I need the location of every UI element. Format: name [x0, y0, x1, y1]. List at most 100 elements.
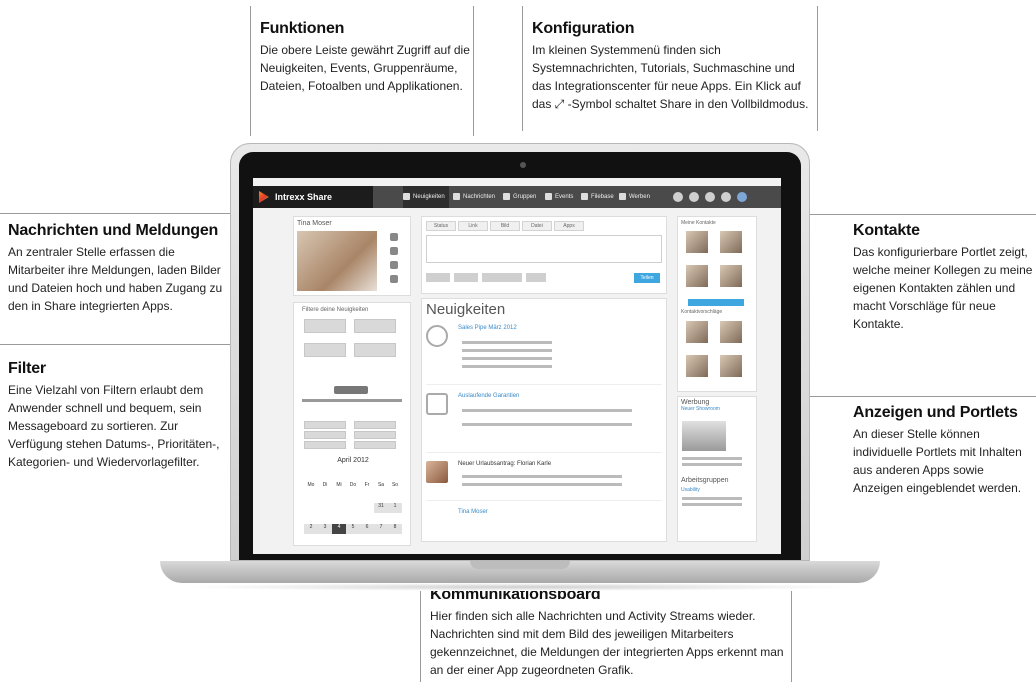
- calendar-day[interactable]: [304, 495, 318, 505]
- ads-subtitle[interactable]: Neuer Showroom: [678, 406, 756, 412]
- priority-slider[interactable]: [302, 399, 402, 402]
- power-icon[interactable]: [737, 192, 747, 202]
- nav-label: Werben: [629, 194, 650, 200]
- nav-werben[interactable]: Werben: [619, 186, 655, 208]
- home-icon: [403, 193, 410, 200]
- option-button[interactable]: [482, 273, 522, 282]
- feed-item[interactable]: Auslaufende Garantien: [426, 389, 662, 453]
- files-icon: [581, 193, 588, 200]
- calendar-day[interactable]: [318, 495, 332, 505]
- ads-title: Werbung: [681, 399, 710, 406]
- tab-apps[interactable]: Apps: [554, 221, 584, 231]
- contact-avatar[interactable]: [686, 265, 708, 287]
- calendar-day[interactable]: 2: [304, 524, 318, 534]
- gear-icon[interactable]: [721, 192, 731, 202]
- callout-board: Kommunikationsboard Hier finden sich all…: [430, 586, 790, 679]
- feed-item-title[interactable]: Sales Pipe März 2012: [458, 325, 517, 331]
- suggested-contact-avatar[interactable]: [686, 321, 708, 343]
- status-input[interactable]: [426, 235, 662, 263]
- feed-item-title[interactable]: Tina Moser: [458, 509, 488, 515]
- callout-title: Konfiguration: [532, 20, 635, 37]
- calendar-day[interactable]: [332, 495, 346, 505]
- category-filter[interactable]: [304, 441, 346, 449]
- nav-events[interactable]: Events: [545, 186, 579, 208]
- feed-item-text: [462, 365, 552, 368]
- feed-item-text: [462, 409, 632, 412]
- feed-item-text: [462, 423, 632, 426]
- filter-button[interactable]: [354, 319, 396, 333]
- feed-item-title[interactable]: Auslaufende Garantien: [458, 393, 519, 399]
- contacts-title: Meine Kontakte: [681, 220, 716, 226]
- weekday-label: Sa: [377, 482, 385, 488]
- feed-item[interactable]: Tina Moser: [426, 505, 662, 535]
- weekday-label: Mi: [336, 482, 342, 488]
- tab-status[interactable]: Status: [426, 221, 456, 231]
- calendar-day[interactable]: 5: [346, 524, 360, 534]
- tab-bild[interactable]: Bild: [490, 221, 520, 231]
- contact-avatar[interactable]: [686, 231, 708, 253]
- clipboard-check-icon: [426, 393, 448, 415]
- priority-slider-handle[interactable]: [334, 386, 368, 394]
- suggested-contact-avatar[interactable]: [720, 355, 742, 377]
- show-all-contacts-button[interactable]: [688, 299, 744, 306]
- user-add-icon[interactable]: [390, 261, 398, 269]
- tab-link[interactable]: Link: [458, 221, 488, 231]
- option-button[interactable]: [526, 273, 546, 282]
- option-button[interactable]: [454, 273, 478, 282]
- nav-label: Filebase: [591, 194, 614, 200]
- showroom-image[interactable]: [682, 421, 726, 451]
- suggested-contact-avatar[interactable]: [686, 355, 708, 377]
- calendar-day[interactable]: [360, 495, 374, 505]
- callout-text: Hier finden sich alle Nachrichten und Ac…: [430, 609, 784, 677]
- calendar-title: April 2012: [337, 457, 369, 464]
- tab-datei[interactable]: Datei: [522, 221, 552, 231]
- calendar-day[interactable]: 8: [388, 524, 402, 534]
- nav-filebase[interactable]: Filebase: [581, 186, 617, 208]
- nav-gruppen[interactable]: Gruppen: [503, 186, 543, 208]
- search-icon[interactable]: [705, 192, 715, 202]
- filter-button[interactable]: [354, 343, 396, 357]
- info-icon[interactable]: [673, 192, 683, 202]
- groups-subtitle[interactable]: Usability: [678, 487, 703, 493]
- messages-icon: [453, 193, 460, 200]
- contact-avatar[interactable]: [720, 265, 742, 287]
- calendar-day[interactable]: 3: [318, 524, 332, 534]
- document-icon[interactable]: [390, 275, 398, 283]
- nav-label: Gruppen: [513, 194, 537, 200]
- feed-item-title[interactable]: Neuer Urlaubsantrag: Florian Karle: [458, 461, 551, 467]
- nav-label: Events: [555, 194, 574, 200]
- calendar-day[interactable]: 1: [388, 503, 402, 513]
- contact-avatar[interactable]: [720, 231, 742, 253]
- category-filter[interactable]: [354, 441, 396, 449]
- groups-title: Arbeitsgruppen: [681, 477, 729, 484]
- groups-text: [682, 503, 742, 506]
- calendar-day-today[interactable]: 4: [332, 524, 346, 534]
- category-filter[interactable]: [354, 431, 396, 439]
- calendar-day[interactable]: 31: [374, 503, 388, 513]
- calendar-day[interactable]: [346, 495, 360, 505]
- category-filter[interactable]: [304, 421, 346, 429]
- category-filter[interactable]: [354, 421, 396, 429]
- calendar-grid: Mo Di Mi Do Fr Sa So 31 1 2345678: [304, 473, 404, 536]
- nav-nachrichten[interactable]: Nachrichten: [453, 186, 501, 208]
- user-icon[interactable]: [689, 192, 699, 202]
- app-logo[interactable]: Intrexx Share: [253, 186, 373, 208]
- category-filter[interactable]: [304, 431, 346, 439]
- feed-item[interactable]: Neuer Urlaubsantrag: Florian Karle: [426, 457, 662, 501]
- suggested-contact-avatar[interactable]: [720, 321, 742, 343]
- laptop-lid: Intrexx Share Neuigkeiten Nachrichten Gr…: [230, 143, 810, 561]
- option-button[interactable]: [426, 273, 450, 282]
- nav-neuigkeiten[interactable]: Neuigkeiten: [403, 186, 449, 208]
- calendar-day[interactable]: 6: [360, 524, 374, 534]
- feed-item-text: [462, 349, 552, 352]
- filter-button[interactable]: [304, 343, 346, 357]
- profile-photo: [297, 231, 377, 291]
- edit-icon[interactable]: [390, 233, 398, 241]
- feed-item[interactable]: Sales Pipe März 2012: [426, 321, 662, 385]
- image-icon[interactable]: [390, 247, 398, 255]
- profile-box: Tina Moser: [293, 216, 411, 296]
- post-button[interactable]: Teilen: [634, 273, 660, 283]
- filter-button[interactable]: [304, 319, 346, 333]
- ads-text: [682, 457, 742, 460]
- calendar-day[interactable]: 7: [374, 524, 388, 534]
